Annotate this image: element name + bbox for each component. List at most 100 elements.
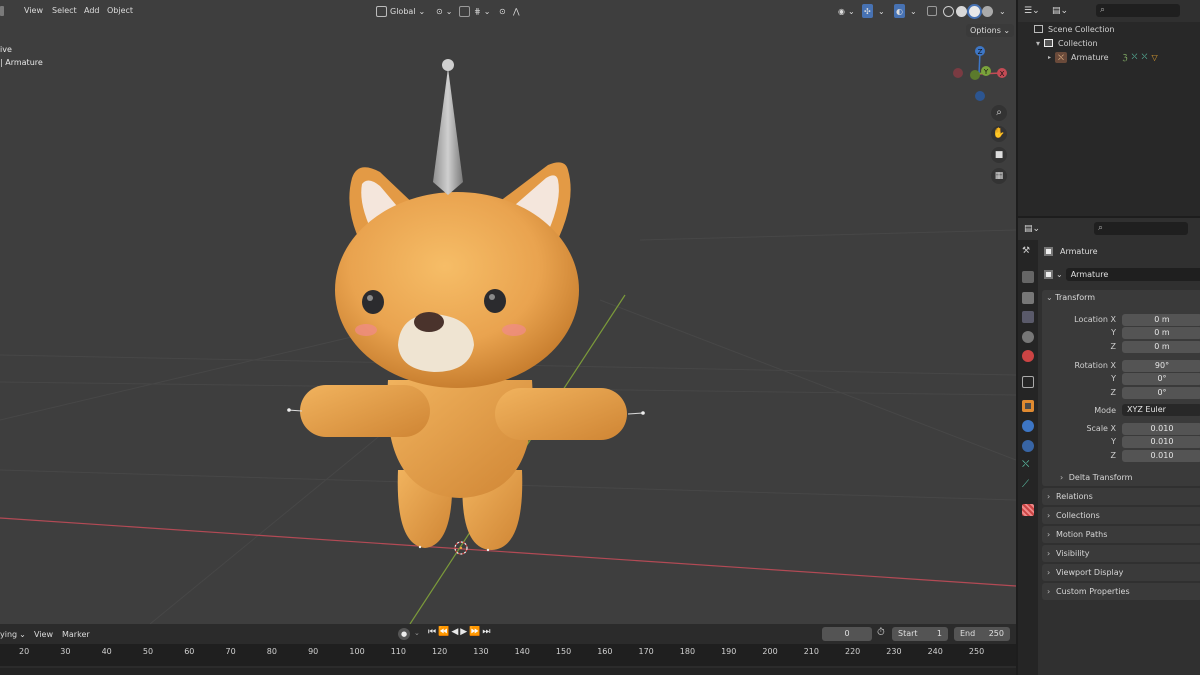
next-keyframe-icon[interactable]: ⏩	[469, 627, 480, 641]
motion-paths-panel[interactable]: Motion Paths	[1042, 526, 1200, 543]
editor-type-icon[interactable]	[0, 6, 4, 16]
transform-orientation-dropdown[interactable]: Global ⌄	[376, 4, 425, 18]
relations-panel[interactable]: Relations	[1042, 488, 1200, 505]
armature-data-icon[interactable]: ⛌	[1132, 52, 1138, 62]
overlays-icon: ◐	[896, 6, 903, 16]
menu-add[interactable]: Add	[84, 6, 100, 15]
rendered-shading-icon[interactable]	[982, 5, 993, 17]
menu-object[interactable]: Object	[107, 6, 133, 15]
xray-toggle[interactable]	[927, 4, 937, 18]
chevron-down-icon: ⌄	[483, 6, 491, 16]
outliner-search-input[interactable]: ⌕	[1096, 4, 1180, 17]
texture-tab-icon[interactable]	[1022, 504, 1034, 516]
visibility-panel[interactable]: Visibility	[1042, 545, 1200, 562]
pose-icon[interactable]: ℨ	[1123, 53, 1128, 62]
render-tab-icon[interactable]	[1022, 271, 1034, 283]
options-button[interactable]: Options ⌄	[966, 24, 1015, 37]
collapse-chevron-icon[interactable]: ▾	[1036, 39, 1040, 48]
start-frame-field[interactable]: Start 1	[892, 627, 948, 641]
outliner-collection[interactable]: ▾ Collection	[1018, 36, 1200, 50]
play-reverse-icon[interactable]: ◀	[451, 627, 458, 641]
object-name-field[interactable]: Armature	[1065, 268, 1200, 281]
current-frame-field[interactable]: 0	[822, 627, 872, 641]
area-divider[interactable]	[1016, 218, 1018, 675]
outliner-scene-collection[interactable]: Scene Collection	[1018, 22, 1200, 36]
constraints-tab-icon[interactable]	[1022, 440, 1034, 452]
scale-y-field[interactable]: 0.010	[1122, 436, 1200, 448]
viewport-display-panel[interactable]: Viewport Display	[1042, 564, 1200, 581]
snap-toggle[interactable]	[459, 4, 470, 18]
rotation-y-field[interactable]: 0°	[1122, 373, 1200, 385]
jump-end-icon[interactable]: ⏭	[482, 627, 490, 641]
material-shading-icon[interactable]	[969, 5, 980, 17]
timeline-marker-menu[interactable]: Marker	[62, 630, 90, 639]
chevron-down-icon[interactable]: ⌄	[1056, 270, 1063, 279]
grid-perspective-icon[interactable]: ▦	[991, 168, 1007, 184]
frame-tick-label: 170	[638, 647, 654, 656]
jump-start-icon[interactable]: ⏮	[428, 627, 436, 641]
location-x-field[interactable]: 0 m	[1122, 314, 1200, 326]
custom-properties-panel[interactable]: Custom Properties	[1042, 583, 1200, 600]
scale-x-field[interactable]: 0.010	[1122, 423, 1200, 435]
expand-chevron-icon[interactable]: ▸	[1048, 54, 1051, 61]
menu-select[interactable]: Select	[52, 6, 77, 15]
location-z-field[interactable]: 0 m	[1122, 341, 1200, 353]
shading-dropdown[interactable]: ⌄	[999, 4, 1006, 18]
snap-target-dropdown[interactable]: ⋕ ⌄	[474, 4, 490, 18]
visibility-dropdown[interactable]: ◉ ⌄	[838, 4, 855, 18]
3d-viewport[interactable]: View Select Add Object Global ⌄ ⊙ ⌄ ⋕ ⌄ ⊙ …	[0, 0, 1016, 624]
view-layer-tab-icon[interactable]	[1022, 311, 1034, 323]
gizmo-dropdown[interactable]: ⌄	[878, 4, 885, 18]
properties-editor-icon[interactable]: ▤⌄	[1024, 224, 1040, 234]
pan-hand-icon[interactable]: ✋	[991, 126, 1007, 142]
playback-menu[interactable]: ying ⌄	[0, 630, 26, 639]
collection-tab-icon[interactable]	[1022, 376, 1034, 388]
modifier-icon[interactable]: ▽	[1151, 53, 1157, 62]
rotation-z-field[interactable]: 0°	[1122, 387, 1200, 399]
keying-dropdown-icon[interactable]: ⌄	[414, 629, 420, 637]
tool-tab-icon[interactable]: ⚒	[1022, 246, 1034, 258]
outliner-panel: ☰⌄ ▤⌄ ⌕ Scene Collection ▾ Collection ▸ …	[1018, 0, 1200, 216]
location-y-field[interactable]: 0 m	[1122, 327, 1200, 339]
timeline-track[interactable]	[0, 668, 1016, 675]
physics-tab-icon[interactable]	[1022, 420, 1034, 432]
rotation-x-field[interactable]: 90°	[1122, 360, 1200, 372]
scale-z-field[interactable]: 0.010	[1122, 450, 1200, 462]
properties-search-input[interactable]: ⌕	[1094, 222, 1188, 235]
object-data-tab-icon[interactable]: ⛌	[1022, 459, 1034, 471]
overlays-toggle[interactable]: ◐	[894, 4, 905, 18]
overlays-dropdown[interactable]: ⌄	[910, 4, 917, 18]
display-mode-icon[interactable]: ▤⌄	[1052, 6, 1068, 16]
zoom-icon[interactable]: ⌕	[991, 105, 1007, 121]
navigation-gizmo[interactable]: Z X Y	[948, 42, 1010, 104]
frame-tick-label: 40	[101, 647, 112, 656]
collections-panel[interactable]: Collections	[1042, 507, 1200, 524]
camera-icon[interactable]: ■	[991, 147, 1007, 163]
prev-keyframe-icon[interactable]: ⏪	[438, 627, 449, 641]
rotation-mode-dropdown[interactable]: XYZ Euler	[1122, 404, 1200, 416]
pivot-point-dropdown[interactable]: ⊙ ⌄	[436, 4, 452, 18]
outliner-editor-icon[interactable]: ☰⌄	[1024, 6, 1040, 16]
delta-transform-subpanel[interactable]: › Delta Transform	[1060, 473, 1132, 482]
menu-view[interactable]: View	[24, 6, 43, 15]
play-icon[interactable]: ▶	[460, 627, 467, 641]
world-tab-icon[interactable]	[1022, 350, 1034, 362]
end-frame-field[interactable]: End 250	[954, 627, 1010, 641]
outliner-armature[interactable]: ▸ ⛌ Armature ℨ ⛌ ⛌ ▽	[1018, 50, 1200, 64]
wireframe-shading-icon[interactable]	[943, 5, 954, 17]
transform-panel-header[interactable]: ⌄ Transform	[1046, 293, 1095, 302]
record-icon[interactable]: ●	[398, 628, 410, 640]
solid-shading-icon[interactable]	[956, 5, 967, 17]
proportional-edit-toggle[interactable]: ⊙	[499, 4, 506, 18]
timeline-view-menu[interactable]: View	[34, 630, 53, 639]
gizmo-toggle[interactable]: ✣	[862, 4, 873, 18]
scene-tab-icon[interactable]	[1022, 331, 1034, 343]
object-icon[interactable]	[1044, 270, 1053, 279]
bone-tab-icon[interactable]: ⟋	[1022, 479, 1034, 491]
frame-tick-label: 140	[514, 647, 530, 656]
object-tab-icon[interactable]	[1022, 400, 1034, 412]
bone-icon[interactable]: ⛌	[1141, 52, 1147, 62]
output-tab-icon[interactable]	[1022, 292, 1034, 304]
falloff-dropdown[interactable]: ⋀	[513, 4, 520, 18]
stopwatch-icon[interactable]: ⏱	[877, 627, 885, 638]
